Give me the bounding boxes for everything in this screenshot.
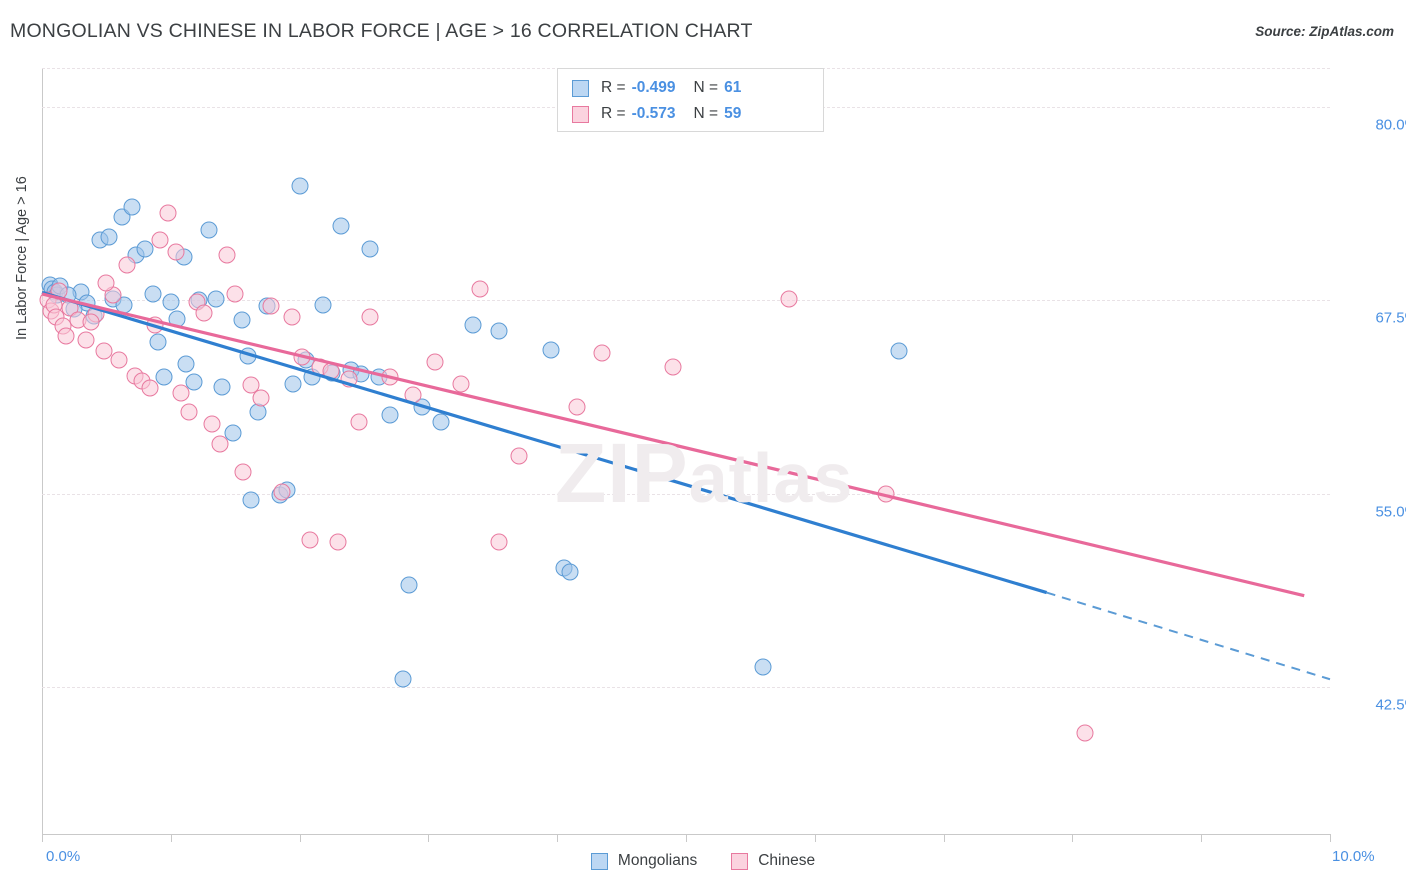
x-tick-mark bbox=[686, 834, 687, 842]
y-axis-label: In Labor Force | Age > 16 bbox=[14, 176, 30, 340]
source-label: Source: ZipAtlas.com bbox=[1255, 24, 1394, 39]
x-tick-mark bbox=[557, 834, 559, 842]
x-tick-mark bbox=[1201, 834, 1203, 842]
x-tick-mark bbox=[1072, 834, 1074, 842]
legend-n-value-chinese: 59 bbox=[724, 105, 742, 122]
series-legend-mongolians[interactable]: Mongolians bbox=[590, 852, 698, 870]
watermark-atlas: atlas bbox=[688, 439, 854, 517]
x-tick-mark bbox=[814, 834, 816, 842]
series-swatch-mongolians bbox=[590, 852, 608, 870]
series-label-chinese: Chinese bbox=[758, 852, 816, 869]
series-swatch-chinese bbox=[731, 852, 749, 870]
y-tick-label: 55.0% bbox=[1375, 503, 1406, 521]
trendline-m bbox=[41, 290, 1048, 595]
trendline-extrapolated-m bbox=[1046, 591, 1331, 681]
legend-swatch-mongolians bbox=[572, 79, 589, 97]
legend-r-value-mongolians: -0.499 bbox=[631, 79, 676, 96]
legend-row-chinese: R = -0.573 N = 59 bbox=[572, 103, 741, 125]
series-legend: Mongolians Chinese bbox=[0, 852, 1406, 870]
legend-n-value-mongolians: 61 bbox=[724, 79, 742, 96]
series-legend-chinese[interactable]: Chinese bbox=[731, 852, 815, 870]
legend-swatch-chinese bbox=[572, 105, 589, 123]
x-tick-mark bbox=[428, 834, 430, 842]
legend-r-value-chinese: -0.573 bbox=[631, 105, 676, 122]
series-label-mongolians: Mongolians bbox=[617, 852, 698, 869]
x-tick-mark bbox=[943, 834, 945, 842]
legend-r-label-mongolians: R = bbox=[601, 79, 626, 96]
legend-r-label-chinese: R = bbox=[601, 105, 626, 122]
x-tick-mark bbox=[299, 834, 301, 842]
x-tick-mark bbox=[170, 834, 172, 842]
y-tick-label: 67.5% bbox=[1375, 309, 1406, 327]
correlation-legend: R = -0.499 N = 61 R = -0.573 N = 59 bbox=[557, 68, 824, 132]
legend-n-label-mongolians: N = bbox=[693, 79, 719, 96]
y-tick-label: 80.0% bbox=[1375, 116, 1406, 134]
watermark: ZIPatlas bbox=[555, 425, 853, 522]
legend-n-label-chinese: N = bbox=[693, 105, 719, 122]
page-title: MONGOLIAN VS CHINESE IN LABOR FORCE | AG… bbox=[10, 20, 753, 42]
x-tick-mark bbox=[42, 834, 43, 842]
y-tick-label: 42.5% bbox=[1375, 696, 1406, 714]
x-tick-mark bbox=[1330, 834, 1331, 842]
watermark-zip: ZIP bbox=[555, 426, 689, 520]
legend-row-mongolians: R = -0.499 N = 61 bbox=[572, 77, 741, 99]
